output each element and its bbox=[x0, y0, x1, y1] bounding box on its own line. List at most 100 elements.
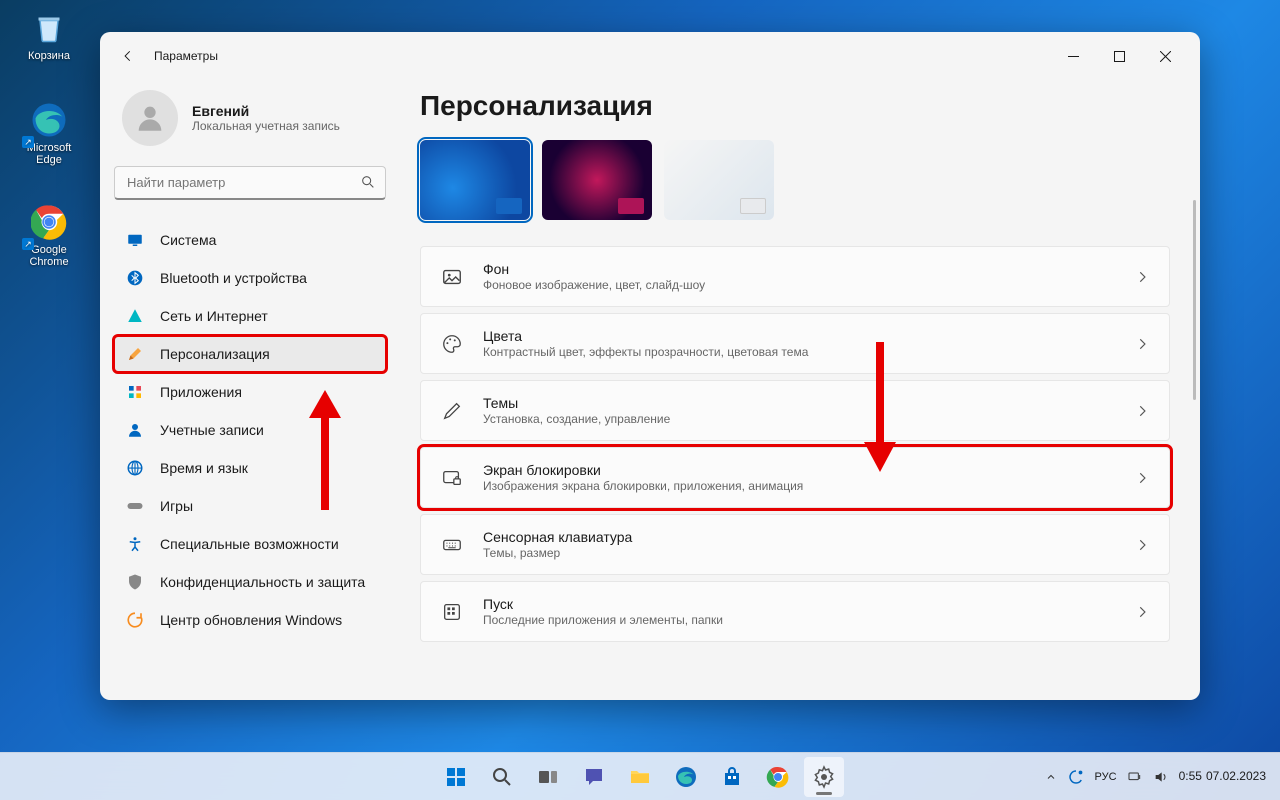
nav-label: Персонализация bbox=[160, 346, 270, 362]
keyboard-icon bbox=[441, 534, 463, 556]
update-icon bbox=[126, 611, 144, 629]
card-start[interactable]: ПускПоследние приложения и элементы, пап… bbox=[420, 581, 1170, 642]
tray-onedrive[interactable] bbox=[1067, 768, 1085, 786]
system-tray: РУС 0:55 07.02.2023 bbox=[1045, 768, 1280, 786]
taskbar-chrome[interactable] bbox=[758, 757, 798, 797]
nav-item-accounts[interactable]: Учетные записи bbox=[114, 412, 386, 448]
user-block[interactable]: Евгений Локальная учетная запись bbox=[114, 80, 386, 166]
shield-icon bbox=[126, 573, 144, 591]
chevron-right-icon bbox=[1135, 404, 1149, 418]
settings-window: Параметры Евгений Локальная учетная запи… bbox=[100, 32, 1200, 700]
card-touch-keyboard[interactable]: Сенсорная клавиатураТемы, размер bbox=[420, 514, 1170, 575]
shortcut-badge-icon bbox=[22, 238, 34, 250]
nav-label: Конфиденциальность и защита bbox=[160, 574, 365, 590]
nav-item-gaming[interactable]: Игры bbox=[114, 488, 386, 524]
close-button[interactable] bbox=[1142, 40, 1188, 72]
theme-thumbnails bbox=[420, 140, 1170, 220]
brush-icon bbox=[126, 345, 144, 363]
back-button[interactable] bbox=[112, 40, 144, 72]
card-sub: Последние приложения и элементы, папки bbox=[483, 613, 1115, 627]
chevron-right-icon bbox=[1135, 605, 1149, 619]
user-name: Евгений bbox=[192, 103, 340, 119]
search-icon bbox=[360, 174, 376, 190]
nav-label: Учетные записи bbox=[160, 422, 264, 438]
apps-icon bbox=[126, 383, 144, 401]
nav-item-system[interactable]: Система bbox=[114, 222, 386, 258]
user-subtitle: Локальная учетная запись bbox=[192, 119, 340, 133]
taskbar-store[interactable] bbox=[712, 757, 752, 797]
taskbar-explorer[interactable] bbox=[620, 757, 660, 797]
taskbar-edge[interactable] bbox=[666, 757, 706, 797]
accessibility-icon bbox=[126, 535, 144, 553]
card-title: Пуск bbox=[483, 596, 1115, 612]
theme-thumb-2[interactable] bbox=[542, 140, 652, 220]
card-sub: Изображения экрана блокировки, приложени… bbox=[483, 479, 1115, 493]
card-title: Экран блокировки bbox=[483, 462, 1115, 478]
nav-item-personalization[interactable]: Персонализация bbox=[114, 336, 386, 372]
maximize-button[interactable] bbox=[1096, 40, 1142, 72]
wifi-icon bbox=[126, 307, 144, 325]
system-icon bbox=[126, 231, 144, 249]
card-sub: Контрастный цвет, эффекты прозрачности, … bbox=[483, 345, 1115, 359]
tray-network[interactable] bbox=[1127, 769, 1143, 785]
nav-item-privacy[interactable]: Конфиденциальность и защита bbox=[114, 564, 386, 600]
window-title: Параметры bbox=[154, 49, 218, 63]
start-button[interactable] bbox=[436, 757, 476, 797]
card-themes[interactable]: ТемыУстановка, создание, управление bbox=[420, 380, 1170, 441]
search-input[interactable] bbox=[114, 166, 386, 200]
chevron-right-icon bbox=[1135, 270, 1149, 284]
chrome-icon bbox=[29, 202, 69, 242]
nav-item-bluetooth[interactable]: Bluetooth и устройства bbox=[114, 260, 386, 296]
card-title: Сенсорная клавиатура bbox=[483, 529, 1115, 545]
card-colors[interactable]: ЦветаКонтрастный цвет, эффекты прозрачно… bbox=[420, 313, 1170, 374]
content-area: Персонализация ФонФоновое изображение, ц… bbox=[400, 80, 1200, 700]
desktop-icon-label: Корзина bbox=[28, 50, 70, 62]
card-background[interactable]: ФонФоновое изображение, цвет, слайд-шоу bbox=[420, 246, 1170, 307]
taskbar-chat[interactable] bbox=[574, 757, 614, 797]
nav-label: Специальные возможности bbox=[160, 536, 339, 552]
start-icon bbox=[441, 601, 463, 623]
chevron-right-icon bbox=[1135, 538, 1149, 552]
nav-item-time-language[interactable]: Время и язык bbox=[114, 450, 386, 486]
theme-thumb-1[interactable] bbox=[420, 140, 530, 220]
desktop-icon-edge[interactable]: Microsoft Edge bbox=[14, 100, 84, 166]
desktop-icon-recycle-bin[interactable]: Корзина bbox=[14, 8, 84, 62]
nav-item-accessibility[interactable]: Специальные возможности bbox=[114, 526, 386, 562]
desktop-icon-chrome[interactable]: Google Chrome bbox=[14, 202, 84, 268]
tray-clock[interactable]: 0:55 07.02.2023 bbox=[1179, 769, 1266, 783]
tray-language[interactable]: РУС bbox=[1095, 771, 1117, 783]
taskbar-settings[interactable] bbox=[804, 757, 844, 797]
avatar-icon bbox=[122, 90, 178, 146]
palette-icon bbox=[441, 333, 463, 355]
taskbar-center bbox=[436, 757, 844, 797]
taskbar-search[interactable] bbox=[482, 757, 522, 797]
titlebar: Параметры bbox=[100, 32, 1200, 80]
card-title: Цвета bbox=[483, 328, 1115, 344]
taskbar-taskview[interactable] bbox=[528, 757, 568, 797]
card-title: Фон bbox=[483, 261, 1115, 277]
edge-icon bbox=[29, 100, 69, 140]
recycle-bin-icon bbox=[29, 8, 69, 48]
minimize-button[interactable] bbox=[1050, 40, 1096, 72]
nav-label: Приложения bbox=[160, 384, 242, 400]
nav-label: Bluetooth и устройства bbox=[160, 270, 307, 286]
card-sub: Установка, создание, управление bbox=[483, 412, 1115, 426]
chevron-right-icon bbox=[1135, 337, 1149, 351]
gamepad-icon bbox=[126, 497, 144, 515]
card-lock-screen[interactable]: Экран блокировкиИзображения экрана блоки… bbox=[420, 447, 1170, 508]
nav-label: Игры bbox=[160, 498, 193, 514]
nav-item-apps[interactable]: Приложения bbox=[114, 374, 386, 410]
scrollbar[interactable] bbox=[1193, 200, 1196, 400]
nav-label: Время и язык bbox=[160, 460, 248, 476]
nav-item-windows-update[interactable]: Центр обновления Windows bbox=[114, 602, 386, 638]
theme-thumb-3[interactable] bbox=[664, 140, 774, 220]
nav-label: Система bbox=[160, 232, 216, 248]
person-icon bbox=[126, 421, 144, 439]
tray-overflow[interactable] bbox=[1045, 771, 1057, 783]
lock-screen-icon bbox=[441, 467, 463, 489]
nav-item-network[interactable]: Сеть и Интернет bbox=[114, 298, 386, 334]
bluetooth-icon bbox=[126, 269, 144, 287]
globe-icon bbox=[126, 459, 144, 477]
tray-volume[interactable] bbox=[1153, 769, 1169, 785]
chevron-right-icon bbox=[1135, 471, 1149, 485]
